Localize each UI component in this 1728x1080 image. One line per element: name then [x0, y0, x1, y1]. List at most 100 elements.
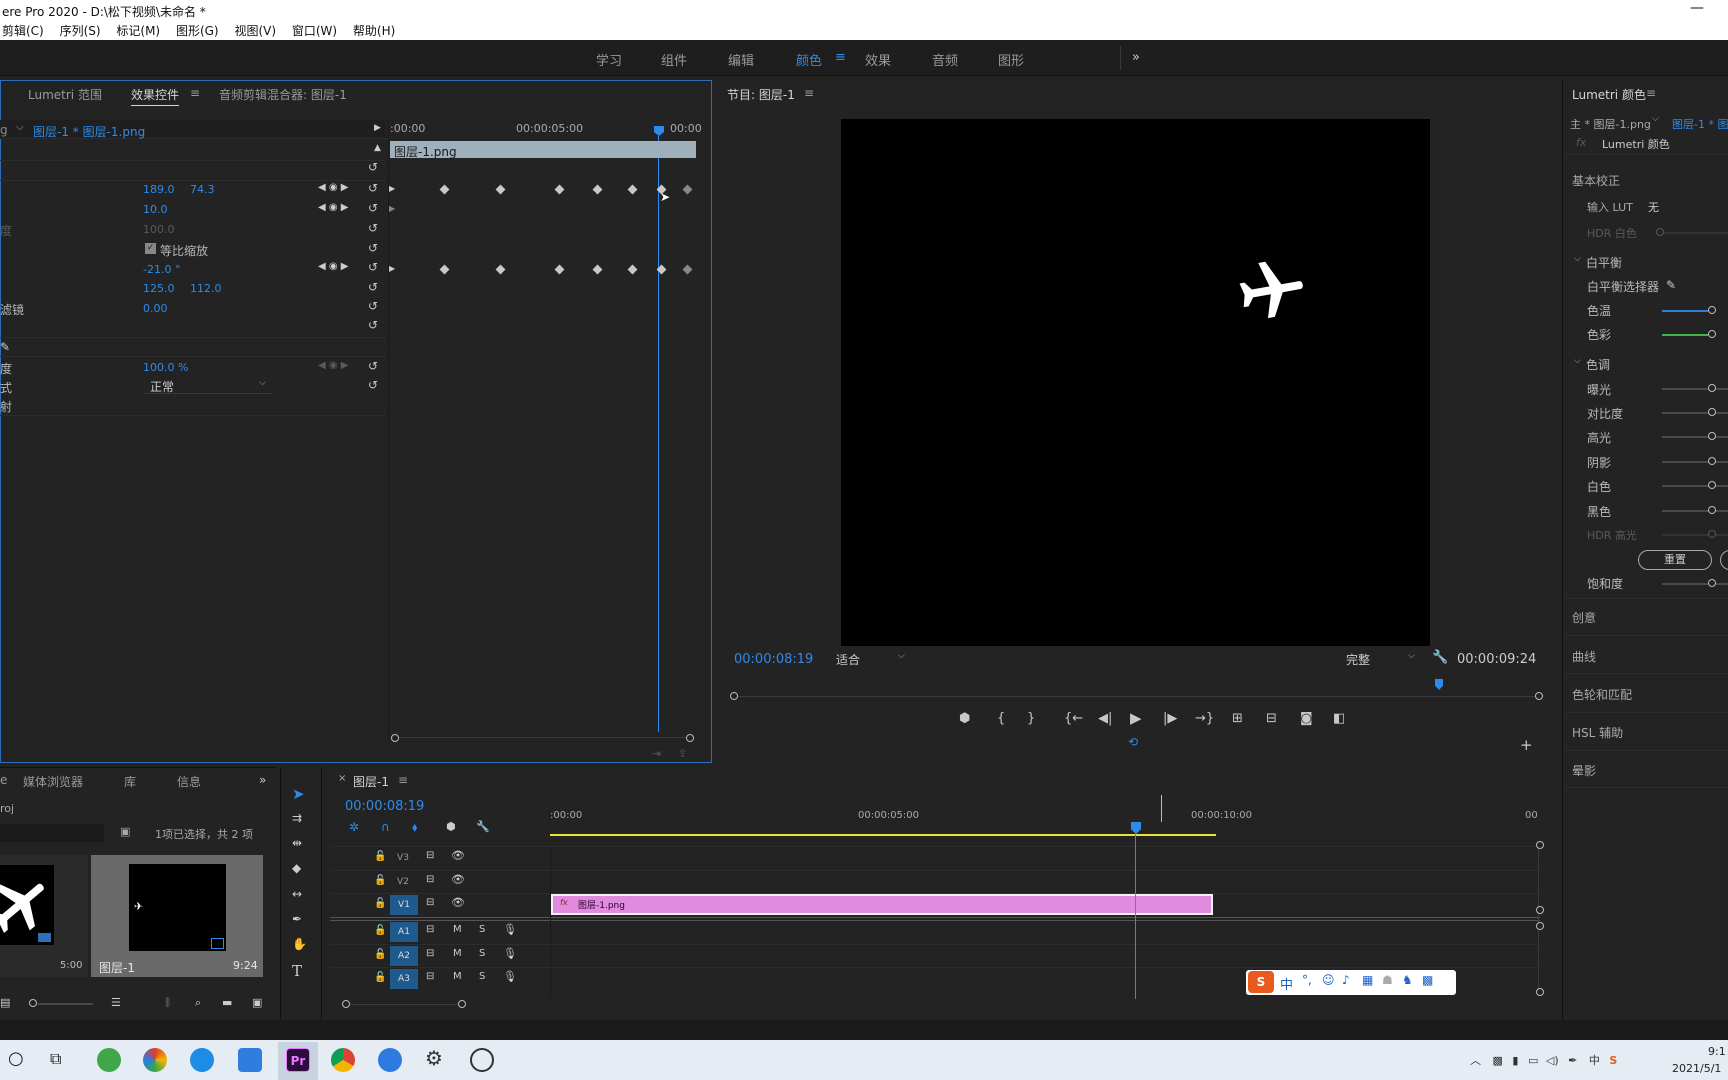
- vscroll-handle-mid[interactable]: [1536, 906, 1544, 914]
- project-item-sequence[interactable]: ✈ 图层-1 9:24: [91, 855, 263, 977]
- marker-icon[interactable]: ⬢: [959, 711, 970, 726]
- app-icon-pinwheel[interactable]: [143, 1048, 167, 1072]
- workspace-color[interactable]: 颜色: [796, 50, 822, 69]
- fit-select[interactable]: 适合 ⌵: [832, 650, 912, 668]
- shadows-slider[interactable]: [1708, 457, 1716, 465]
- clock-time[interactable]: 9:1: [1708, 1045, 1726, 1058]
- work-area-bar[interactable]: [550, 834, 1216, 836]
- app-icon-feather[interactable]: [238, 1048, 262, 1072]
- reset-icon[interactable]: ↺: [368, 281, 380, 293]
- mark-out-icon[interactable]: }: [1027, 711, 1035, 726]
- nest-icon[interactable]: ✲: [349, 820, 359, 834]
- fx-icon[interactable]: fx: [1576, 136, 1586, 149]
- program-timecode[interactable]: 00:00:08:19: [734, 652, 813, 667]
- wrench-icon[interactable]: 🔧: [1432, 650, 1448, 665]
- collapse-icon[interactable]: ▲: [374, 143, 381, 153]
- chevron-down-icon[interactable]: ⌵: [1574, 254, 1581, 264]
- hscroll-handle-right[interactable]: [458, 1000, 466, 1008]
- folder-icon[interactable]: ▬: [222, 996, 232, 1009]
- volume-icon[interactable]: ◁): [1546, 1054, 1559, 1067]
- step-back-icon[interactable]: ◀|: [1098, 711, 1112, 726]
- menu-item-sequence[interactable]: 序列(S): [60, 24, 101, 38]
- eye-icon[interactable]: 👁: [451, 849, 465, 862]
- tone-section[interactable]: 色调: [1586, 356, 1610, 373]
- effect-controls-menu-icon[interactable]: ≡: [190, 86, 200, 100]
- keyframe-nav-icon[interactable]: ◀ ◉ ▶: [318, 261, 348, 272]
- microphone-icon[interactable]: 🎙: [503, 947, 517, 960]
- reset-icon[interactable]: ↺: [368, 182, 380, 194]
- opacity-value[interactable]: 100.0 %: [143, 361, 188, 374]
- sync-lock-icon[interactable]: ⊟: [426, 971, 434, 982]
- timeline-hscroll[interactable]: [346, 1004, 460, 1005]
- ec-timeline-ruler[interactable]: :00:00 00:00:05:00 00:00: [390, 120, 702, 139]
- clock-date[interactable]: 2021/5/1: [1672, 1062, 1721, 1075]
- zoom-slider[interactable]: [29, 999, 37, 1007]
- menu-item-view[interactable]: 视图(V): [234, 24, 276, 38]
- reset-icon[interactable]: ↺: [368, 360, 380, 372]
- vscroll-handle-top[interactable]: [1536, 841, 1544, 849]
- app-icon-blue-bird[interactable]: [378, 1048, 402, 1072]
- start-search-icon[interactable]: ○: [8, 1048, 24, 1069]
- tray-app-icon[interactable]: ▩: [1493, 1054, 1503, 1067]
- timeline-tab[interactable]: 图层-1: [353, 773, 389, 790]
- premiere-pro-icon[interactable]: Pr: [286, 1048, 310, 1072]
- pen-icon[interactable]: ✎: [0, 340, 10, 354]
- lock-icon[interactable]: 🔓: [374, 972, 386, 983]
- lumetri-source-clip[interactable]: 主 * 图层-1.png: [1570, 116, 1651, 132]
- icon-view-icon[interactable]: ▤: [0, 996, 10, 1009]
- ime-mode[interactable]: 中: [1280, 974, 1293, 993]
- lumetri-sequence-clip[interactable]: 图层-1 * 图: [1672, 116, 1728, 132]
- timeline-menu-icon[interactable]: ≡: [398, 773, 408, 787]
- track-label-v2[interactable]: V2: [390, 873, 416, 891]
- app-icon-browser[interactable]: [190, 1048, 214, 1072]
- program-scrub-bar[interactable]: [734, 696, 1540, 697]
- timeline-clip[interactable]: fx 图层-1.png: [551, 894, 1213, 915]
- type-tool-icon[interactable]: T: [292, 962, 302, 980]
- track-label-v3[interactable]: V3: [390, 849, 416, 867]
- highlights-slider[interactable]: [1708, 432, 1716, 440]
- menu-item-graphics[interactable]: 图形(G): [176, 24, 219, 38]
- mark-in-icon[interactable]: {: [997, 711, 1005, 726]
- eye-icon[interactable]: 👁: [451, 896, 465, 909]
- sync-lock-icon[interactable]: ⊟: [426, 897, 434, 908]
- white-balance-section[interactable]: 白平衡: [1586, 254, 1622, 271]
- solo-button[interactable]: S: [479, 971, 485, 982]
- video-canvas[interactable]: [841, 119, 1430, 646]
- uniform-scale-checkbox[interactable]: ✓: [145, 243, 156, 254]
- project-search-input[interactable]: [0, 824, 104, 842]
- contrast-slider[interactable]: [1708, 408, 1716, 416]
- punctuation-icon[interactable]: °,: [1302, 973, 1312, 987]
- tray-ime[interactable]: 中: [1589, 1054, 1600, 1067]
- app-icon-green[interactable]: [97, 1048, 121, 1072]
- sync-lock-icon[interactable]: ⊟: [426, 874, 434, 885]
- chrome-icon[interactable]: [331, 1048, 355, 1072]
- lock-icon[interactable]: 🔓: [374, 875, 386, 886]
- section-color-wheels[interactable]: 色轮和匹配: [1572, 686, 1632, 703]
- section-creative[interactable]: 创意: [1572, 609, 1596, 626]
- reset-icon[interactable]: ↺: [368, 379, 380, 391]
- lift-icon[interactable]: ⊞: [1232, 711, 1243, 726]
- settings-gear-icon[interactable]: ⚙: [425, 1046, 443, 1070]
- new-item-icon[interactable]: ▣: [252, 996, 262, 1009]
- workspace-graphics[interactable]: 图形: [998, 50, 1024, 69]
- lock-icon[interactable]: 🔓: [374, 925, 386, 936]
- task-view-icon[interactable]: ⧉: [50, 1049, 61, 1069]
- usb-icon[interactable]: ▮: [1512, 1054, 1518, 1067]
- track-label-a3[interactable]: A3: [391, 970, 417, 988]
- linked-selection-icon[interactable]: ⬧: [412, 820, 417, 835]
- solo-button[interactable]: S: [479, 948, 485, 959]
- eyedropper-icon[interactable]: ✎: [1666, 278, 1676, 292]
- ripple-edit-tool-icon[interactable]: ⇹: [292, 836, 302, 850]
- microphone-icon[interactable]: 🎙: [503, 970, 517, 983]
- chevron-down-icon[interactable]: ⌵: [1574, 356, 1581, 366]
- mute-button[interactable]: M: [453, 971, 462, 982]
- chevron-down-icon[interactable]: ⌵: [1652, 114, 1659, 124]
- add-marker-icon[interactable]: ⬢: [446, 820, 456, 833]
- zoom-handle-left[interactable]: [391, 734, 399, 742]
- close-tab-icon[interactable]: ×: [338, 773, 346, 784]
- program-menu-icon[interactable]: ≡: [804, 86, 814, 100]
- zoom-handle-right[interactable]: [686, 734, 694, 742]
- reset-icon[interactable]: ↺: [368, 319, 380, 331]
- menu-item-edit[interactable]: 剪辑(C): [2, 24, 44, 38]
- scrub-end-handle[interactable]: [1535, 692, 1543, 700]
